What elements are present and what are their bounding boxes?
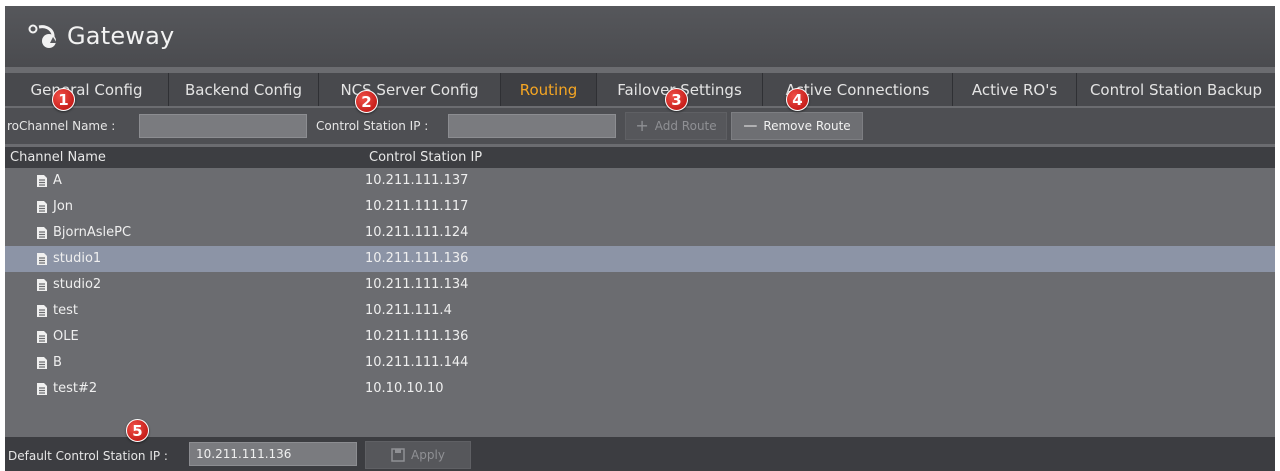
routes-table-header: Channel Name Control Station IP bbox=[5, 147, 1275, 168]
table-row[interactable]: Jon 10.211.111.117 bbox=[5, 194, 1275, 220]
table-row[interactable]: studio1 10.211.111.136 bbox=[5, 246, 1275, 272]
channel-name-cell: test#2 bbox=[35, 381, 97, 396]
table-row[interactable]: BjornAslePC 10.211.111.124 bbox=[5, 220, 1275, 246]
channel-name-cell: test bbox=[35, 303, 78, 318]
add-route-button[interactable]: + Add Route bbox=[625, 112, 727, 140]
table-row[interactable]: B 10.211.111.144 bbox=[5, 350, 1275, 376]
channel-name-text: A bbox=[53, 173, 62, 188]
callout-badge-1: 1 bbox=[52, 88, 75, 111]
channel-name-text: Jon bbox=[53, 199, 74, 214]
document-icon bbox=[37, 330, 47, 343]
channel-name-cell: BjornAslePC bbox=[35, 225, 131, 240]
channel-name-text: studio2 bbox=[53, 277, 102, 292]
minus-icon: — bbox=[743, 118, 758, 134]
table-row[interactable]: A 10.211.111.137 bbox=[5, 168, 1275, 194]
tab-general-config[interactable]: General Config bbox=[5, 73, 169, 106]
control-station-ip-label: Control Station IP : bbox=[316, 119, 429, 133]
default-control-station-ip-input[interactable] bbox=[189, 442, 357, 466]
document-icon bbox=[37, 226, 47, 239]
document-icon bbox=[37, 174, 47, 187]
routes-table-body: A 10.211.111.137 Jon 10.211.111.117 BjornAsl… bbox=[5, 168, 1275, 430]
channel-name-cell: OLE bbox=[35, 329, 79, 344]
remove-route-label: Remove Route bbox=[763, 119, 851, 133]
document-icon bbox=[37, 200, 47, 213]
route-form-bar: roChannel Name : Control Station IP : + … bbox=[5, 108, 1275, 144]
table-row[interactable]: test 10.211.111.4 bbox=[5, 298, 1275, 324]
document-icon bbox=[37, 304, 47, 317]
callout-badge-5: 5 bbox=[126, 419, 149, 442]
callout-badge-3: 3 bbox=[665, 88, 688, 111]
control-station-ip-cell: 10.211.111.136 bbox=[365, 329, 469, 344]
column-header-channel-name[interactable]: Channel Name bbox=[10, 150, 106, 165]
control-station-ip-cell: 10.211.111.134 bbox=[365, 277, 469, 292]
channel-name-text: test#2 bbox=[53, 381, 98, 396]
tab-bar: General Config Backend Config NCS Server… bbox=[5, 73, 1275, 106]
add-route-label: Add Route bbox=[654, 119, 717, 133]
tab-backend-config[interactable]: Backend Config bbox=[169, 73, 319, 106]
table-row[interactable]: studio2 10.211.111.134 bbox=[5, 272, 1275, 298]
table-row[interactable]: OLE 10.211.111.136 bbox=[5, 324, 1275, 350]
document-icon bbox=[37, 356, 47, 369]
default-ip-footer: Default Control Station IP : Apply bbox=[5, 437, 1275, 471]
plus-icon: + bbox=[635, 116, 649, 135]
tab-control-station-backup[interactable]: Control Station Backup bbox=[1077, 73, 1275, 106]
rochannel-name-input[interactable] bbox=[139, 114, 307, 138]
default-control-station-ip-label: Default Control Station IP : bbox=[8, 449, 168, 463]
table-row[interactable]: test#2 10.10.10.10 bbox=[5, 376, 1275, 402]
gateway-app: Gateway General Config Backend Config NC… bbox=[5, 6, 1275, 471]
control-station-ip-cell: 10.211.111.4 bbox=[365, 303, 452, 318]
control-station-ip-input[interactable] bbox=[448, 114, 616, 138]
document-icon bbox=[37, 252, 47, 265]
channel-name-cell: studio1 bbox=[35, 251, 101, 266]
document-icon bbox=[37, 382, 47, 395]
channel-name-cell: Jon bbox=[35, 199, 73, 214]
channel-name-text: B bbox=[53, 355, 62, 370]
callout-badge-2: 2 bbox=[355, 90, 378, 113]
app-title: Gateway bbox=[67, 22, 175, 50]
channel-name-text: test bbox=[53, 303, 78, 318]
channel-name-cell: B bbox=[35, 355, 62, 370]
remove-route-button[interactable]: — Remove Route bbox=[731, 112, 863, 140]
callout-badge-4: 4 bbox=[786, 88, 809, 111]
control-station-ip-cell: 10.211.111.137 bbox=[365, 173, 469, 188]
rochannel-name-label: roChannel Name : bbox=[7, 119, 116, 133]
save-icon bbox=[391, 448, 405, 462]
control-station-ip-cell: 10.10.10.10 bbox=[365, 381, 444, 396]
apply-button[interactable]: Apply bbox=[365, 441, 471, 469]
tab-ncs-server-config[interactable]: NCS Server Config bbox=[319, 73, 501, 106]
channel-name-cell: A bbox=[35, 173, 62, 188]
tab-routing[interactable]: Routing bbox=[501, 73, 597, 106]
channel-name-cell: studio2 bbox=[35, 277, 101, 292]
app-header: Gateway bbox=[5, 6, 1275, 67]
control-station-ip-cell: 10.211.111.124 bbox=[365, 225, 469, 240]
control-station-ip-cell: 10.211.111.136 bbox=[365, 251, 469, 266]
apply-label: Apply bbox=[411, 448, 445, 462]
control-station-ip-cell: 10.211.111.117 bbox=[365, 199, 469, 214]
channel-name-text: OLE bbox=[53, 329, 79, 344]
document-icon bbox=[37, 278, 47, 291]
channel-name-text: BjornAslePC bbox=[53, 225, 132, 240]
tab-active-ros[interactable]: Active RO's bbox=[953, 73, 1077, 106]
gateway-logo-icon bbox=[28, 24, 57, 48]
channel-name-text: studio1 bbox=[53, 251, 102, 266]
control-station-ip-cell: 10.211.111.144 bbox=[365, 355, 469, 370]
column-header-control-station-ip[interactable]: Control Station IP bbox=[369, 150, 482, 165]
